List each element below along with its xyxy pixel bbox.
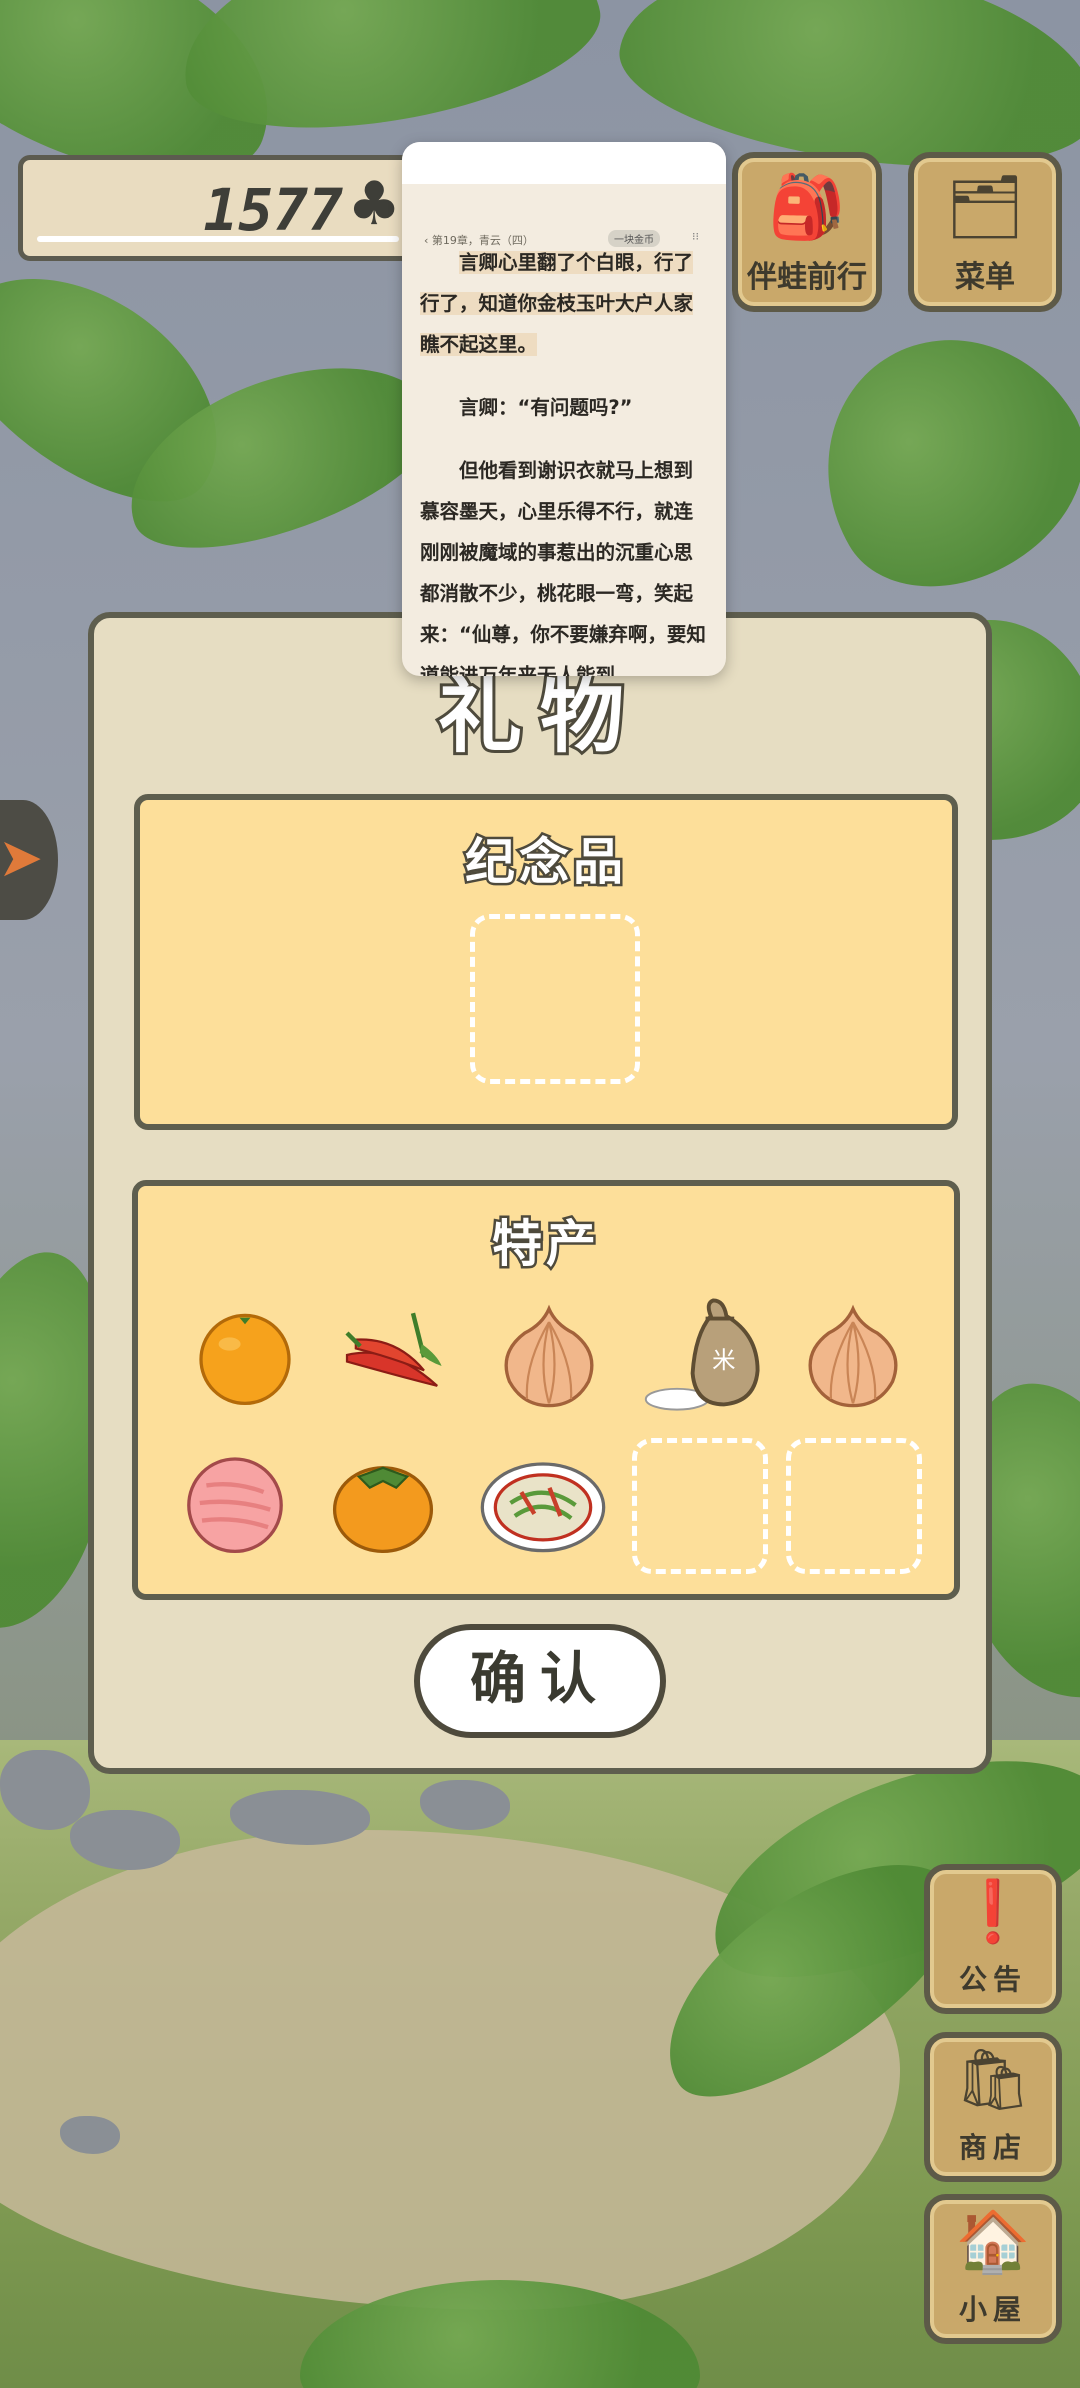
onion-icon[interactable] [494, 1300, 604, 1410]
chili-icon[interactable] [336, 1300, 446, 1410]
reader-paragraph-2: 言卿：“有问题吗?” [459, 396, 633, 419]
specialty-title: 特产 [490, 1213, 600, 1276]
specialty-box: 特产 米 [132, 1180, 960, 1600]
house-button-label: 小屋 [958, 2293, 1027, 2326]
arrow-icon: ➤ [0, 826, 44, 889]
peach-icon[interactable] [180, 1448, 290, 1558]
notice-button-label: 公告 [958, 1963, 1027, 1996]
cards-icon: 🗂 [945, 170, 1025, 243]
specialty-empty-slot[interactable] [632, 1438, 768, 1574]
rice-sack-icon[interactable]: 米 [638, 1290, 768, 1420]
house-icon: 🏠 [955, 2207, 1031, 2277]
souvenir-title: 纪念品 [463, 831, 627, 894]
menu-button[interactable]: 🗂 菜单 [908, 152, 1062, 312]
menu-button-label: 菜单 [955, 260, 1015, 295]
confirm-button[interactable]: 确认 [414, 1624, 666, 1738]
reader-paragraph-1: 言卿心里翻了个白眼，行了行了，知道你金枝玉叶大户人家瞧不起这里。 [420, 251, 694, 356]
travel-button-label: 伴蛙前行 [747, 260, 867, 295]
shop-button[interactable]: 🛍 商店 [924, 2032, 1062, 2182]
noodle-plate-icon[interactable] [478, 1448, 608, 1558]
clover-counter: 1577 ♣ [18, 155, 418, 261]
exclamation-icon: ❗ [955, 1877, 1031, 1947]
shopping-bag-icon: 🛍 [954, 2045, 1032, 2115]
backpack-icon: 🎒 [768, 170, 846, 243]
reader-paragraph-3: 但他看到谢识衣就马上想到慕容墨天，心里乐得不行，就连刚刚被魔域的事惹出的沉重心思… [420, 459, 706, 676]
orange-icon[interactable] [190, 1300, 300, 1410]
house-button[interactable]: 🏠 小屋 [924, 2194, 1062, 2344]
onion-icon[interactable] [798, 1300, 908, 1410]
reader-text: 言卿心里翻了个白眼，行了行了，知道你金枝玉叶大户人家瞧不起这里。 言卿：“有问题… [420, 242, 710, 676]
clover-underline [37, 236, 399, 242]
specialty-empty-slot[interactable] [786, 1438, 922, 1574]
svg-text:米: 米 [712, 1346, 735, 1374]
clover-icon: ♣ [347, 169, 401, 239]
notice-button[interactable]: ❗ 公告 [924, 1864, 1062, 2014]
souvenir-empty-slot[interactable] [470, 914, 640, 1084]
persimmon-icon[interactable] [328, 1448, 438, 1558]
reader-floating-window[interactable]: ‹ 第19章，青云（四） 一块金币 ⁝⁝ 言卿心里翻了个白眼，行了行了，知道你金… [402, 142, 726, 676]
clover-amount: 1577 [203, 176, 343, 244]
souvenir-box: 纪念品 [134, 794, 958, 1130]
shop-button-label: 商店 [958, 2131, 1027, 2164]
travel-button[interactable]: 🎒 伴蛙前行 [732, 152, 882, 312]
reader-top-bar [402, 142, 726, 184]
gift-panel: 礼物 纪念品 特产 米 [88, 612, 992, 1774]
